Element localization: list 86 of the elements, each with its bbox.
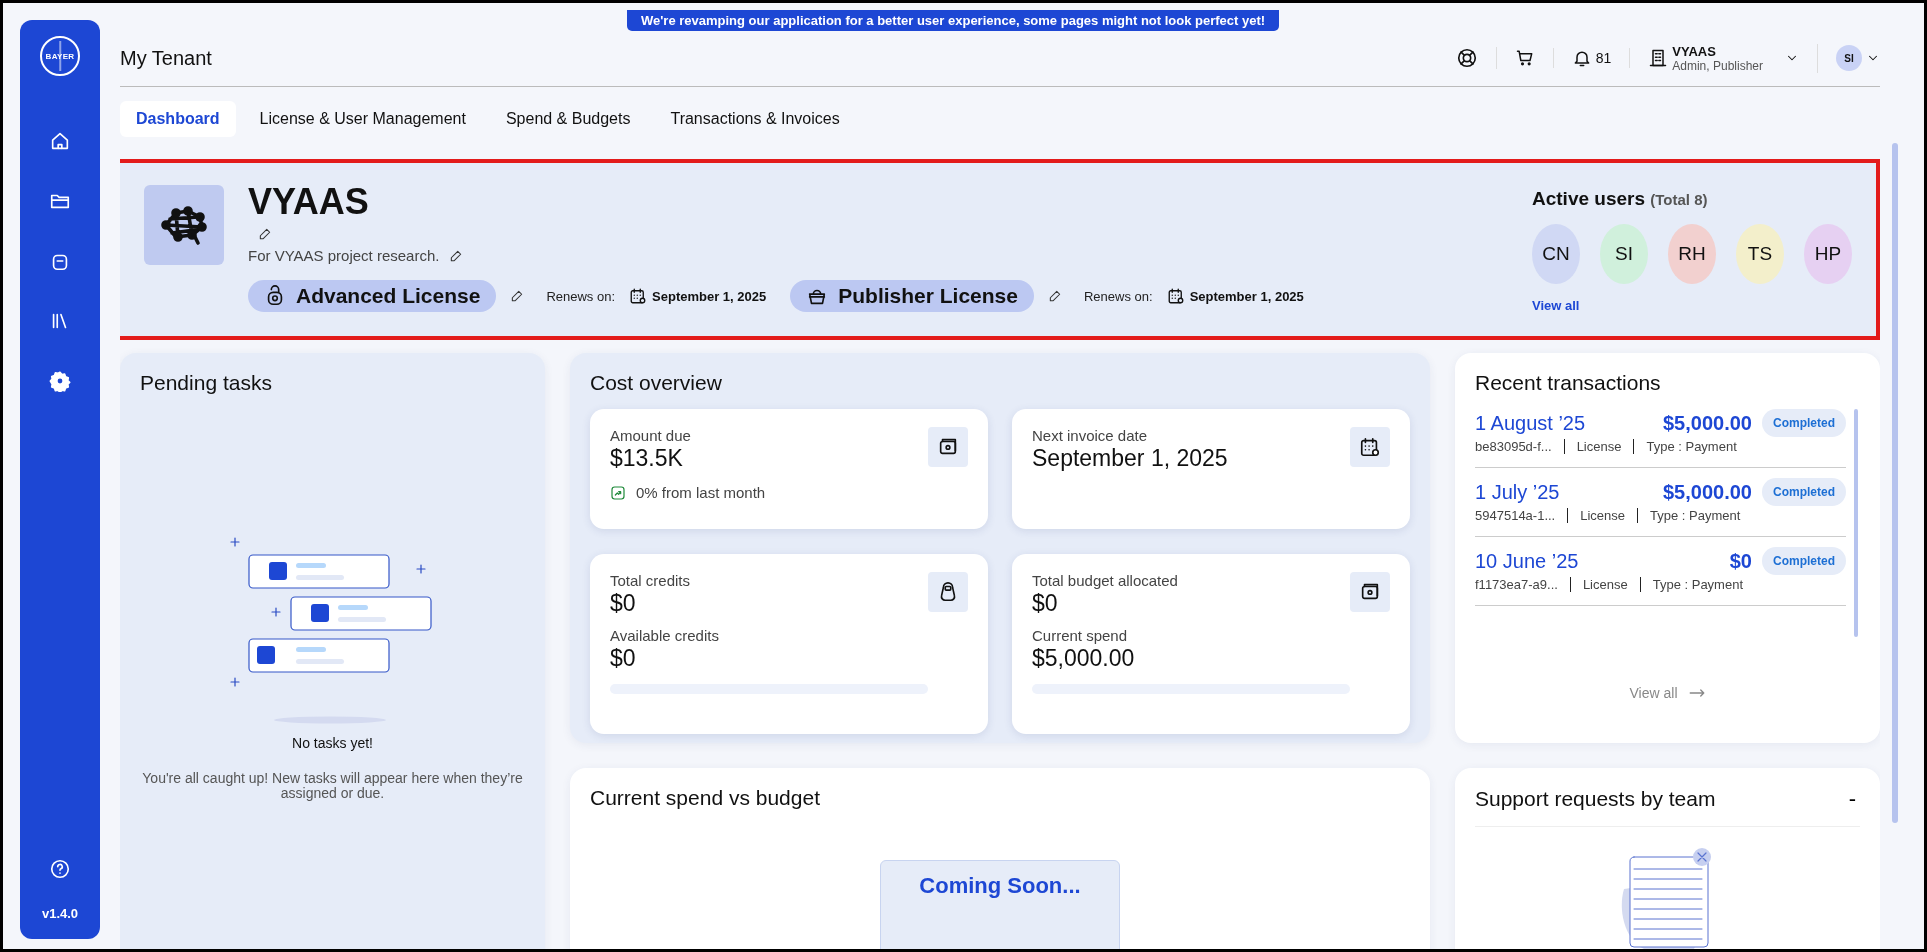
project-description: For VYAAS project research. [248, 247, 440, 264]
transaction-category: License [1567, 508, 1638, 523]
collapse-button[interactable]: - [1844, 786, 1860, 812]
project-name: VYAAS [248, 181, 370, 223]
pencil-icon [258, 227, 272, 241]
coming-soon-panel: Coming Soon... [880, 860, 1120, 949]
settings-icon [49, 370, 71, 392]
edit-license-button[interactable] [1048, 289, 1062, 303]
help-icon [49, 858, 71, 880]
card-title: Pending tasks [140, 371, 272, 395]
license-badge: Publisher License [790, 280, 1034, 312]
user-avatar[interactable]: CN [1532, 224, 1580, 284]
metric-label: Total budget allocated [1032, 572, 1179, 589]
active-users-title: Active users (Total 8) [1532, 188, 1709, 210]
empty-state-text: You're all caught up! New tasks will appear here when they’re assigned or due. [141, 771, 524, 801]
metric-value: $5,000.00 [1032, 645, 1136, 672]
account-switcher[interactable]: VYAAS Admin, Publisher [1630, 43, 1818, 73]
metric-label: Available credits [610, 627, 720, 644]
cart-icon [1514, 48, 1535, 68]
status-badge: Completed [1762, 409, 1846, 437]
empty-state-title: No tasks yet! [292, 735, 373, 751]
calendar-icon [1166, 287, 1185, 305]
renewal-date: September 1, 2025 [1189, 288, 1304, 304]
home-icon [49, 130, 71, 152]
calendar-icon [1359, 436, 1381, 458]
card-title: Support requests by team [1475, 787, 1716, 811]
transaction-type: Type : Payment [1639, 577, 1756, 592]
pencil-icon [510, 289, 525, 303]
transaction-amount: $5,000.00 [1663, 480, 1752, 504]
renews-label: Renews on: [546, 288, 616, 304]
tab[interactable]: Transactions & Invoices [654, 101, 856, 137]
transaction-date: 10 June ’25 [1475, 549, 1580, 573]
transaction-amount: $0 [1729, 549, 1752, 573]
edit-license-button[interactable] [510, 289, 525, 303]
card-title: Recent transactions [1475, 371, 1662, 395]
user-avatar[interactable]: HP [1804, 224, 1852, 284]
scrollbar[interactable] [1892, 143, 1898, 823]
version-label: v1.4.0 [41, 906, 79, 921]
transaction-date: 1 July ’25 [1475, 480, 1561, 504]
edit-description-button[interactable] [449, 248, 464, 263]
transaction-id: 5947514a-1... [1475, 508, 1557, 523]
transaction-id: be83095d-f... [1475, 439, 1553, 454]
metric-value: September 1, 2025 [1032, 445, 1229, 472]
transaction-category: License [1569, 577, 1640, 592]
transaction-category: License [1563, 439, 1634, 454]
tab[interactable]: License & User Management [243, 101, 482, 137]
lifebuoy-icon [1455, 47, 1478, 69]
notifications-button[interactable]: 81 [1553, 48, 1631, 68]
help-button[interactable] [49, 858, 71, 880]
view-all-link[interactable]: View all [1532, 298, 1580, 313]
metric-value: $13.5K [610, 445, 684, 472]
announcement-banner: We're revamping our application for a better user experience, some pages might not look perfect yet! [627, 10, 1280, 31]
metric-value: $0 [1032, 590, 1059, 617]
renewal-date: September 1, 2025 [652, 288, 767, 304]
trend-text: 0% from last month [636, 484, 766, 501]
card-title: Cost overview [590, 371, 723, 395]
user-avatar[interactable]: TS [1736, 224, 1784, 284]
user-menu[interactable]: SI [1818, 45, 1880, 71]
logo: BAYER [40, 36, 80, 76]
transaction-type: Type : Payment [1633, 439, 1749, 454]
user-avatar[interactable]: SI [1600, 224, 1648, 284]
calendar-icon [629, 287, 648, 305]
user-avatar[interactable]: RH [1668, 224, 1716, 284]
metric-value: $0 [610, 590, 637, 617]
metric-label: Amount due [610, 427, 692, 444]
license-badge: Advanced License [248, 280, 497, 312]
tab[interactable]: Spend & Budgets [489, 101, 647, 137]
transaction-date: 1 August ’25 [1475, 411, 1587, 435]
metric-label: Next invoice date [1032, 427, 1149, 444]
metric-label: Current spend [1032, 627, 1129, 644]
status-badge: Completed [1762, 478, 1846, 506]
trend-up-icon [610, 484, 626, 501]
tab[interactable]: Dashboard [120, 101, 236, 137]
card-title: Current spend vs budget [590, 786, 820, 810]
pencil-icon [449, 248, 464, 263]
pencil-icon [1048, 289, 1062, 303]
view-all-link[interactable]: View all [1623, 683, 1712, 703]
transaction-amount: $5,000.00 [1663, 411, 1752, 435]
status-badge: Completed [1762, 547, 1846, 575]
renews-label: Renews on: [1084, 288, 1153, 304]
transaction-id: f1173ea7-a9... [1475, 577, 1559, 592]
transaction-type: Type : Payment [1637, 508, 1753, 523]
page-title: My Tenant [120, 46, 213, 70]
metric-label: Total credits [610, 572, 692, 589]
metric-value: $0 [610, 645, 637, 672]
building-icon [1648, 48, 1669, 68]
